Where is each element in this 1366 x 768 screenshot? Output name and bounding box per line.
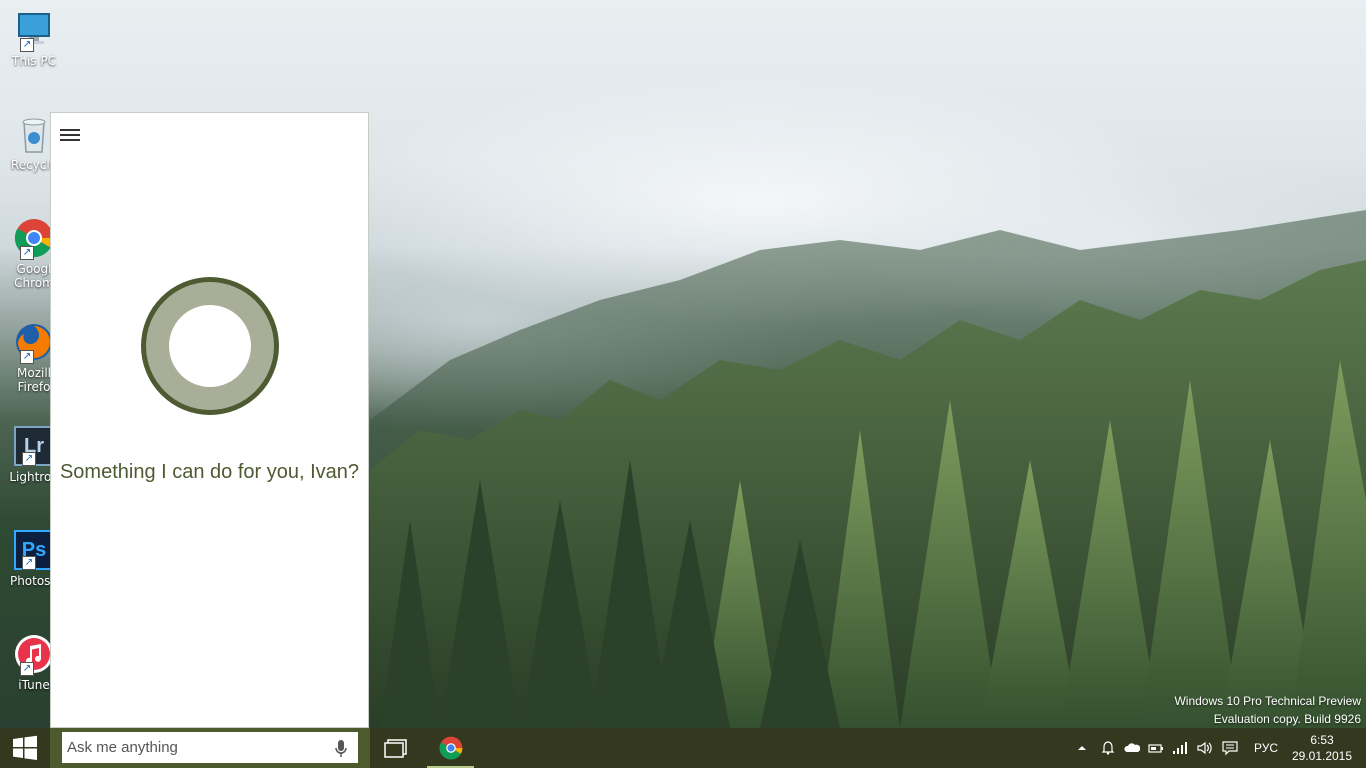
recycle-bin-icon — [14, 114, 54, 154]
lightroom-icon: Lr ↗ — [14, 426, 54, 466]
hamburger-menu-icon[interactable] — [60, 127, 82, 141]
cortana-ring — [137, 273, 283, 419]
computer-icon: ↗ — [14, 10, 54, 52]
notification-bell-icon[interactable] — [1100, 740, 1116, 756]
action-center-message-icon[interactable] — [1222, 740, 1238, 756]
system-tray: РУС 6:53 29.01.2015 — [1066, 728, 1366, 768]
chrome-icon — [439, 736, 462, 760]
show-hidden-icons-chevron-up-icon[interactable] — [1074, 740, 1090, 756]
shortcut-arrow-icon: ↗ — [20, 246, 34, 260]
cortana-panel: Something I can do for you, Ivan? — [50, 112, 369, 728]
watermark-line-1: Windows 10 Pro Technical Preview — [1174, 694, 1361, 708]
start-button[interactable] — [0, 728, 50, 768]
chrome-icon: ↗ — [14, 218, 54, 260]
desktop-icon-this-pc[interactable]: ↗ This PC — [4, 10, 64, 68]
taskbar: РУС 6:53 29.01.2015 — [0, 728, 1366, 768]
firefox-icon: ↗ — [14, 322, 54, 364]
shortcut-arrow-icon: ↗ — [20, 350, 34, 364]
taskbar-clock[interactable]: 6:53 29.01.2015 — [1282, 732, 1362, 764]
taskbar-chrome-button[interactable] — [427, 728, 474, 768]
shortcut-arrow-icon: ↗ — [22, 452, 36, 466]
shortcut-arrow-icon: ↗ — [20, 38, 34, 52]
search-area — [50, 728, 370, 768]
windows-logo-icon — [13, 735, 37, 760]
cortana-greeting: Something I can do for you, Ivan? — [59, 461, 360, 483]
watermark-line-2: Evaluation copy. Build 9926 — [1213, 712, 1361, 726]
input-language-indicator[interactable]: РУС — [1254, 741, 1278, 755]
clock-time: 6:53 — [1310, 733, 1334, 747]
task-view-icon[interactable] — [384, 738, 410, 758]
cortana-search-input[interactable] — [62, 732, 358, 763]
volume-speaker-icon[interactable] — [1196, 740, 1212, 756]
shortcut-arrow-icon: ↗ — [20, 662, 34, 676]
onedrive-cloud-icon[interactable] — [1124, 740, 1140, 756]
desktop-icon-label: This PC — [12, 54, 56, 68]
battery-icon[interactable] — [1148, 740, 1164, 756]
network-signal-icon[interactable] — [1172, 740, 1188, 756]
photoshop-icon: Ps ↗ — [14, 530, 54, 570]
clock-date: 29.01.2015 — [1291, 749, 1353, 763]
shortcut-arrow-icon: ↗ — [22, 556, 36, 570]
itunes-icon: ↗ — [14, 634, 54, 676]
windows-watermark: Windows 10 Pro Technical Preview Evaluat… — [1174, 692, 1361, 728]
microphone-icon[interactable] — [334, 739, 348, 759]
